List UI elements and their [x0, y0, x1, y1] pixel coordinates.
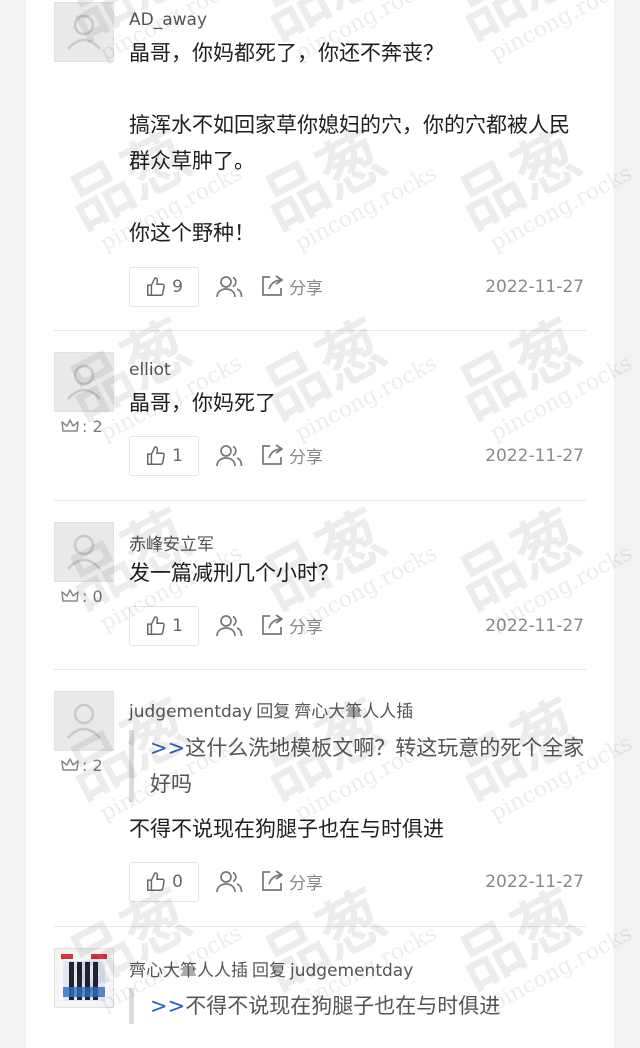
comment-actions: 1 分享 2022-11-27 [129, 436, 584, 478]
thumbs-up-icon [147, 616, 165, 635]
default-avatar-icon [67, 364, 101, 400]
comment-author[interactable]: AD_away [129, 10, 207, 30]
user-rank: : 2 [60, 755, 103, 775]
default-avatar-icon [67, 534, 101, 570]
comment-paragraph: 搞浑水不如回家草你媳妇的穴，你的穴都被人民群众草肿了。 [129, 113, 570, 173]
user-rank: : 0 [60, 586, 103, 606]
comment-author[interactable]: elliot [129, 360, 171, 380]
users-icon[interactable] [215, 612, 243, 640]
share-label: 分享 [289, 873, 323, 894]
avatar[interactable] [54, 352, 114, 412]
thumbs-up-icon [147, 277, 165, 296]
rank-value: : 2 [82, 416, 103, 436]
share-label: 分享 [289, 278, 323, 299]
like-button[interactable]: 1 [129, 436, 199, 476]
divider [54, 500, 586, 501]
thumbs-up-icon [147, 872, 165, 891]
quote-marker[interactable]: >> [150, 994, 185, 1018]
comment-actions: 1 分享 2022-11-27 [129, 606, 584, 648]
share-icon [262, 444, 283, 465]
avatar[interactable] [54, 522, 114, 582]
comment-actions: 0 分享 2022-11-27 [129, 862, 584, 904]
like-count: 1 [172, 446, 183, 466]
avatar[interactable] [54, 691, 114, 751]
divider [54, 669, 586, 670]
share-label: 分享 [289, 447, 323, 468]
crown-icon [61, 589, 79, 602]
like-count: 1 [172, 616, 183, 636]
avatar[interactable] [54, 2, 114, 62]
divider [54, 926, 586, 927]
comment-author[interactable]: 赤峰安立军 [129, 530, 214, 555]
thumbs-up-icon [147, 446, 165, 465]
users-icon[interactable] [215, 273, 243, 301]
share-button[interactable]: 分享 [259, 273, 323, 299]
like-button[interactable]: 1 [129, 606, 199, 646]
reply-target[interactable]: 齊心大筆人人插 [294, 702, 413, 722]
users-icon[interactable] [215, 442, 243, 470]
comment-body: 发一篇减刑几个小时？ [129, 561, 339, 585]
comment-author-line: judgementday 回复 齊心大筆人人插 [129, 697, 413, 722]
like-count: 9 [172, 277, 183, 297]
rank-value: : 0 [82, 586, 103, 606]
like-button[interactable]: 9 [129, 267, 199, 307]
user-rank: : 2 [60, 416, 103, 436]
quote-content: 不得不说现在狗腿子也在与时俱进 [185, 994, 501, 1018]
reply-label: 回复 [252, 961, 286, 981]
comment-author[interactable]: 齊心大筆人人插 [129, 961, 248, 981]
share-button[interactable]: 分享 [259, 442, 323, 468]
like-button[interactable]: 0 [129, 862, 199, 902]
comment-date: 2022-11-27 [485, 872, 584, 892]
comment-author-line: 齊心大筆人人插 回复 judgementday [129, 956, 413, 981]
comment-date: 2022-11-27 [485, 616, 584, 636]
share-icon [262, 614, 283, 635]
share-button[interactable]: 分享 [259, 868, 323, 894]
share-button[interactable]: 分享 [259, 612, 323, 638]
default-avatar-icon [67, 14, 101, 50]
rank-value: : 2 [82, 755, 103, 775]
comment-author[interactable]: judgementday [129, 702, 252, 722]
reply-target[interactable]: judgementday [290, 961, 413, 981]
divider [54, 330, 586, 331]
comment-body: 晶哥，你妈死了 [129, 391, 276, 415]
reply-label: 回复 [256, 702, 291, 722]
crown-icon [61, 419, 79, 432]
quoted-text: >>这什么洗地模板文啊？转这玩意的死个全家好吗 [129, 730, 590, 802]
users-icon[interactable] [215, 868, 243, 896]
crown-icon [61, 758, 79, 771]
avatar[interactable] [54, 948, 114, 1008]
like-count: 0 [172, 872, 183, 892]
comment-paragraph: 你这个野种！ [129, 221, 255, 245]
default-avatar-icon [67, 703, 101, 739]
comment-date: 2022-11-27 [485, 446, 584, 466]
share-label: 分享 [289, 617, 323, 638]
comment-body: 不得不说现在狗腿子也在与时俱进 [129, 817, 444, 841]
comment-paragraph: 晶哥，你妈都死了，你还不奔丧？ [129, 41, 444, 65]
quote-content: 这什么洗地模板文啊？转这玩意的死个全家好吗 [150, 736, 585, 796]
comment-body: 晶哥，你妈都死了，你还不奔丧？ 搞浑水不如回家草你媳妇的穴，你的穴都被人民群众草… [129, 35, 584, 251]
comment-date: 2022-11-27 [485, 277, 584, 297]
share-icon [262, 275, 283, 296]
pen-product-avatar-icon [59, 953, 109, 1003]
quote-marker[interactable]: >> [150, 736, 185, 760]
comment-actions: 9 分享 2022-11-27 [129, 267, 584, 309]
quoted-text: >>不得不说现在狗腿子也在与时俱进 [129, 988, 590, 1024]
share-icon [262, 870, 283, 891]
